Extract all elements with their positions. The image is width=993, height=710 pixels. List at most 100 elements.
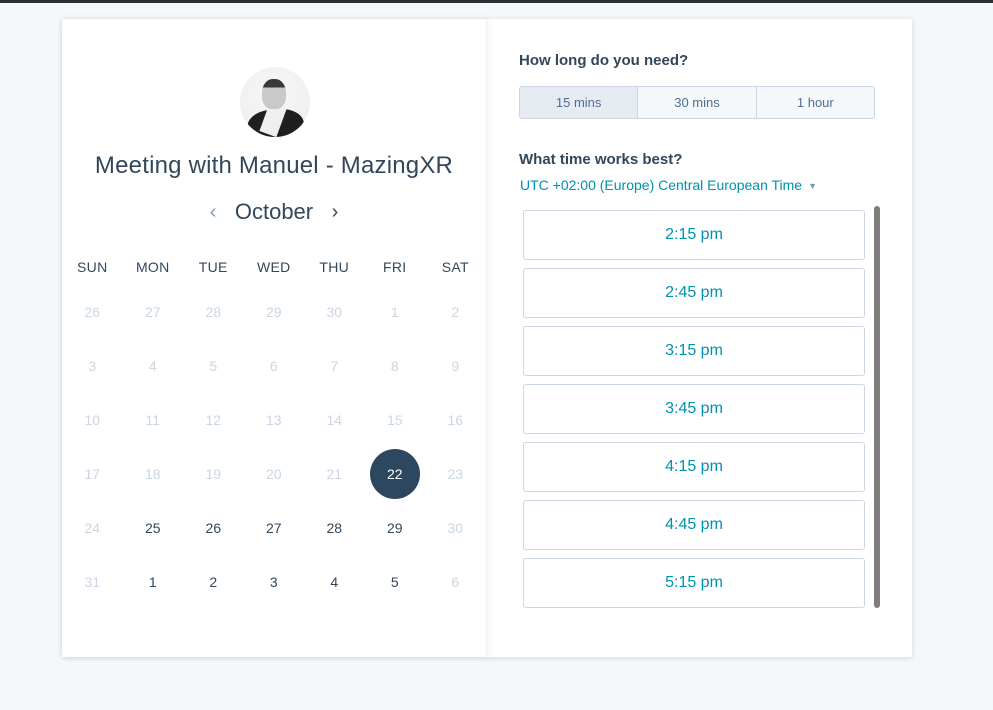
month-label: October [234,199,314,224]
time-slot[interactable]: 4:15 pm [523,442,865,492]
day-number: 14 [326,412,343,428]
calendar-day-available[interactable]: 26 [183,503,244,553]
day-number: 30 [326,304,343,320]
calendar-day-available[interactable]: 25 [123,503,184,553]
calendar-day-disabled: 14 [304,395,365,445]
time-slot-scrollbar[interactable] [874,206,880,608]
calendar-day-available[interactable]: 1 [123,557,184,607]
day-number: 8 [390,358,399,374]
day-number: 26 [205,520,222,536]
day-number: 9 [451,358,460,374]
calendar-day-available[interactable]: 28 [304,503,365,553]
avatar-head-shape [262,79,286,109]
day-number: 2 [209,574,218,590]
duration-option-30-mins[interactable]: 30 mins [637,87,756,118]
calendar-weeks: 26 27 28 29 30 1 2 3 4 5 6 7 8 9 10 11 12 13 14 15 16 17 18 19 2… [62,285,486,609]
calendar-day-disabled: 30 [304,287,365,337]
timezone-label: UTC +02:00 (Europe) Central European Tim… [520,177,803,193]
day-number: 24 [84,520,101,536]
calendar-panel: Meeting with Manuel - MazingXR ‹ October… [62,19,487,657]
calendar-day-available[interactable]: 29 [365,503,426,553]
calendar-day-disabled: 3 [62,341,123,391]
calendar-day-disabled: 21 [304,449,365,499]
day-number: 2 [451,304,460,320]
day-number: 6 [451,574,460,590]
day-number: 20 [265,466,282,482]
calendar-day-disabled: 6 [425,557,486,607]
duration-selector: 15 mins 30 mins 1 hour [519,86,875,119]
day-number: 3 [269,574,278,590]
calendar-week-row: 17 18 19 20 21 22 23 [62,447,486,501]
duration-option-1-hour[interactable]: 1 hour [755,87,874,118]
avatar [240,67,310,137]
time-slot[interactable]: 3:45 pm [523,384,865,434]
calendar-day-available[interactable]: 3 [244,557,305,607]
day-number: 5 [390,574,399,590]
duration-option-15-mins[interactable]: 15 mins [520,87,638,118]
calendar-day-available[interactable]: 5 [365,557,426,607]
calendar-day-disabled: 1 [365,287,426,337]
time-slot[interactable]: 5:15 pm [523,558,865,608]
month-navigation: ‹ October › [62,199,486,227]
calendar-day-disabled: 26 [62,287,123,337]
calendar-day-disabled: 23 [425,449,486,499]
calendar-day-available[interactable]: 4 [304,557,365,607]
day-number: 29 [386,520,403,536]
calendar-day-disabled: 27 [123,287,184,337]
day-number: 4 [330,574,339,590]
calendar-day-available[interactable]: 2 [183,557,244,607]
time-slot[interactable]: 3:15 pm [523,326,865,376]
day-number: 21 [326,466,343,482]
calendar-day-disabled: 19 [183,449,244,499]
day-number: 23 [447,466,464,482]
weekday-sat: SAT [441,259,469,275]
meeting-title: Meeting with Manuel - MazingXR [94,152,454,179]
day-number: 16 [447,412,464,428]
calendar-week-row: 3 4 5 6 7 8 9 [62,339,486,393]
calendar-week-row: 26 27 28 29 30 1 2 [62,285,486,339]
calendar-day-disabled: 5 [183,341,244,391]
day-number: 1 [390,304,399,320]
day-number: 19 [205,466,222,482]
calendar-day-available[interactable]: 27 [244,503,305,553]
chevron-right-icon[interactable]: › [322,201,349,224]
weekday-sun: SUN [77,259,108,275]
weekday-header-row: SUN MON TUE WED THU FRI SAT [62,249,486,285]
day-number: 11 [145,412,161,428]
calendar-day-disabled: 31 [62,557,123,607]
calendar-day-disabled: 20 [244,449,305,499]
duration-question: How long do you need? [519,52,689,69]
time-question: What time works best? [519,151,683,168]
chevron-left-icon[interactable]: ‹ [200,201,227,224]
day-number: 10 [84,412,101,428]
browser-top-bar [0,0,993,3]
day-number: 25 [144,520,161,536]
calendar-day-disabled: 7 [304,341,365,391]
calendar-week-row: 10 11 12 13 14 15 16 [62,393,486,447]
day-number: 1 [148,574,157,590]
day-number: 27 [265,520,282,536]
time-slot[interactable]: 2:15 pm [523,210,865,260]
day-number: 28 [205,304,222,320]
calendar-day-disabled: 16 [425,395,486,445]
time-slot[interactable]: 4:45 pm [523,500,865,550]
time-selection-panel: How long do you need? 15 mins 30 mins 1 … [487,19,912,657]
meeting-scheduler-card: Meeting with Manuel - MazingXR ‹ October… [62,19,912,657]
calendar-day-selected[interactable]: 22 [365,449,426,499]
day-number: 15 [386,412,403,428]
weekday-fri: FRI [383,259,407,275]
timezone-dropdown[interactable]: UTC +02:00 (Europe) Central European Tim… [520,177,817,193]
calendar-day-disabled: 29 [244,287,305,337]
calendar-day-disabled: 11 [123,395,184,445]
time-slot[interactable]: 2:45 pm [523,268,865,318]
calendar-day-disabled: 6 [244,341,305,391]
calendar-day-disabled: 28 [183,287,244,337]
day-number: 12 [205,412,222,428]
day-number: 29 [265,304,282,320]
calendar-day-disabled: 4 [123,341,184,391]
calendar-day-disabled: 30 [425,503,486,553]
calendar-week-row: 24 25 26 27 28 29 30 [62,501,486,555]
calendar-day-disabled: 15 [365,395,426,445]
day-number: 7 [330,358,339,374]
day-number: 5 [209,358,218,374]
